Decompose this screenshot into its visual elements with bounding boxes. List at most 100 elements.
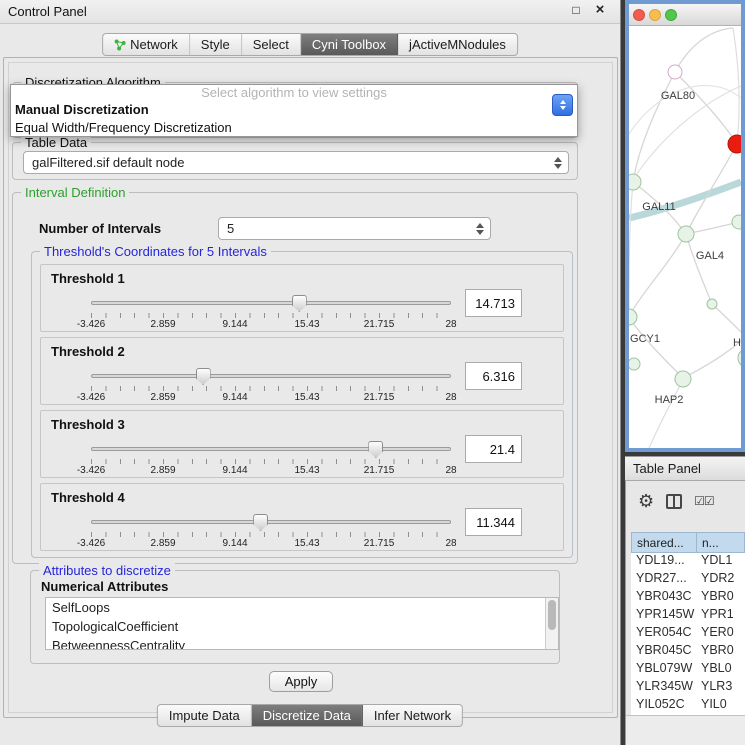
algorithm-combo-stepper[interactable] [552,94,573,116]
threshold-slider[interactable]: -3.4262.8599.14415.4321.71528 [91,295,451,331]
slider-thumb[interactable] [196,368,211,385]
select-columns-icon[interactable]: ☑☑ [694,494,714,508]
scale-label: 15.43 [294,319,319,330]
table-row[interactable]: YLR345WYLR3 [631,679,745,697]
network-canvas[interactable]: GAL80GAL11GAL4GCY1HAP2H [629,26,741,448]
network-node[interactable] [675,371,691,387]
network-node[interactable] [707,299,717,309]
network-node[interactable] [728,135,741,153]
table-cell[interactable]: YPR1 [697,607,745,625]
tab-network[interactable]: Network [103,34,190,55]
threshold-slider[interactable]: -3.4262.8599.14415.4321.71528 [91,368,451,404]
columns-icon[interactable] [666,494,682,509]
table-cell[interactable]: YBR043C [631,589,697,607]
table-body: YDL19...YDL1YDR27...YDR2YBR043CYBR0YPR14… [631,553,745,715]
tab-infer-network[interactable]: Infer Network [363,705,462,726]
tab-discretize-data[interactable]: Discretize Data [252,705,363,726]
network-edge[interactable] [686,234,712,304]
table-row[interactable]: YPR145WYPR1 [631,607,745,625]
list-item[interactable]: TopologicalCoefficient [46,617,558,636]
table-cell[interactable]: YDL1 [697,553,745,571]
table-cell[interactable]: YBL079W [631,661,697,679]
float-window-icon[interactable]: □ [568,3,584,17]
network-edge[interactable] [733,28,739,142]
tab-jactivemnodules[interactable]: jActiveMNodules [398,34,517,55]
table-row[interactable]: YBR043CYBR0 [631,589,745,607]
table-row[interactable]: YBR045CYBR0 [631,643,745,661]
table-cell[interactable]: YDL19... [631,553,697,571]
minimize-traffic-light-icon[interactable] [649,9,661,21]
network-node[interactable] [629,358,640,370]
table-cell[interactable]: YBR0 [697,643,745,661]
column-header-shared[interactable]: shared... [631,532,697,553]
slider-track[interactable] [91,447,451,451]
network-node[interactable] [668,65,682,79]
attributes-group: Attributes to discretize Numerical Attri… [30,570,560,664]
table-cell[interactable]: YBR045C [631,643,697,661]
table-row[interactable]: YDR27...YDR2 [631,571,745,589]
table-cell[interactable]: YPR145W [631,607,697,625]
threshold-value-input[interactable] [465,289,522,317]
network-node[interactable] [629,309,637,325]
thresholds-group-title: Threshold's Coordinates for 5 Intervals [40,244,271,259]
apply-button[interactable]: Apply [269,671,333,692]
slider-track[interactable] [91,301,451,305]
table-cell[interactable]: YDR2 [697,571,745,589]
column-header-name[interactable]: n... [697,532,745,553]
table-cell[interactable]: YBL0 [697,661,745,679]
network-edge[interactable] [712,304,741,332]
table-cell[interactable]: YDR27... [631,571,697,589]
number-of-intervals-combo[interactable]: 5 [218,217,491,240]
network-view-window: GAL80GAL11GAL4GCY1HAP2H [625,0,745,452]
tab-style[interactable]: Style [190,34,242,55]
table-data-combo[interactable]: galFiltered.sif default node [23,151,569,174]
network-node[interactable] [738,349,741,367]
slider-track[interactable] [91,520,451,524]
stepper-up-icon [560,100,566,104]
close-window-icon[interactable]: × [592,1,608,18]
network-edge[interactable] [675,72,737,144]
dropdown-option-manual-discretization[interactable]: Manual Discretization [11,101,577,119]
table-cell[interactable]: YER0 [697,625,745,643]
slider-thumb[interactable] [253,514,268,531]
slider-track[interactable] [91,374,451,378]
network-edge[interactable] [675,28,733,72]
gear-icon[interactable]: ⚙ [638,492,654,510]
tab-cyni-toolbox[interactable]: Cyni Toolbox [301,34,398,55]
network-node[interactable] [678,226,694,242]
network-edge[interactable] [633,72,675,182]
table-cell[interactable]: YIL0 [697,697,745,715]
close-traffic-light-icon[interactable] [633,9,645,21]
tab-impute-data[interactable]: Impute Data [158,705,252,726]
threshold-slider[interactable]: -3.4262.8599.14415.4321.71528 [91,441,451,477]
threshold-slider[interactable]: -3.4262.8599.14415.4321.71528 [91,514,451,550]
network-edge[interactable] [649,380,683,448]
threshold-value-input[interactable] [465,435,522,463]
network-edge[interactable] [629,234,686,316]
threshold-value-input[interactable] [465,362,522,390]
table-row[interactable]: YIL052CYIL0 [631,697,745,715]
table-row[interactable]: YER054CYER0 [631,625,745,643]
numerical-attributes-list[interactable]: SelfLoopsTopologicalCoefficientBetweenne… [45,597,559,650]
network-node[interactable] [732,215,741,229]
table-cell[interactable]: YLR3 [697,679,745,697]
table-row[interactable]: YBL079WYBL0 [631,661,745,679]
list-scrollbar[interactable] [545,598,558,649]
scrollbar-thumb[interactable] [548,600,556,630]
threshold-value-input[interactable] [465,508,522,536]
table-cell[interactable]: YLR345W [631,679,697,697]
list-item[interactable]: SelfLoops [46,598,558,617]
list-item[interactable]: BetweennessCentrality [46,636,558,650]
network-edge[interactable] [629,182,633,316]
table-cell[interactable]: YBR0 [697,589,745,607]
network-node[interactable] [629,174,641,190]
table-cell[interactable]: YER054C [631,625,697,643]
table-cell[interactable]: YIL052C [631,697,697,715]
slider-thumb[interactable] [292,295,307,312]
slider-thumb[interactable] [368,441,383,458]
table-row[interactable]: YDL19...YDL1 [631,553,745,571]
tab-label: Cyni Toolbox [312,37,386,52]
zoom-traffic-light-icon[interactable] [665,9,677,21]
tab-select[interactable]: Select [242,34,301,55]
dropdown-option-equal-width[interactable]: Equal Width/Frequency Discretization [11,119,577,137]
